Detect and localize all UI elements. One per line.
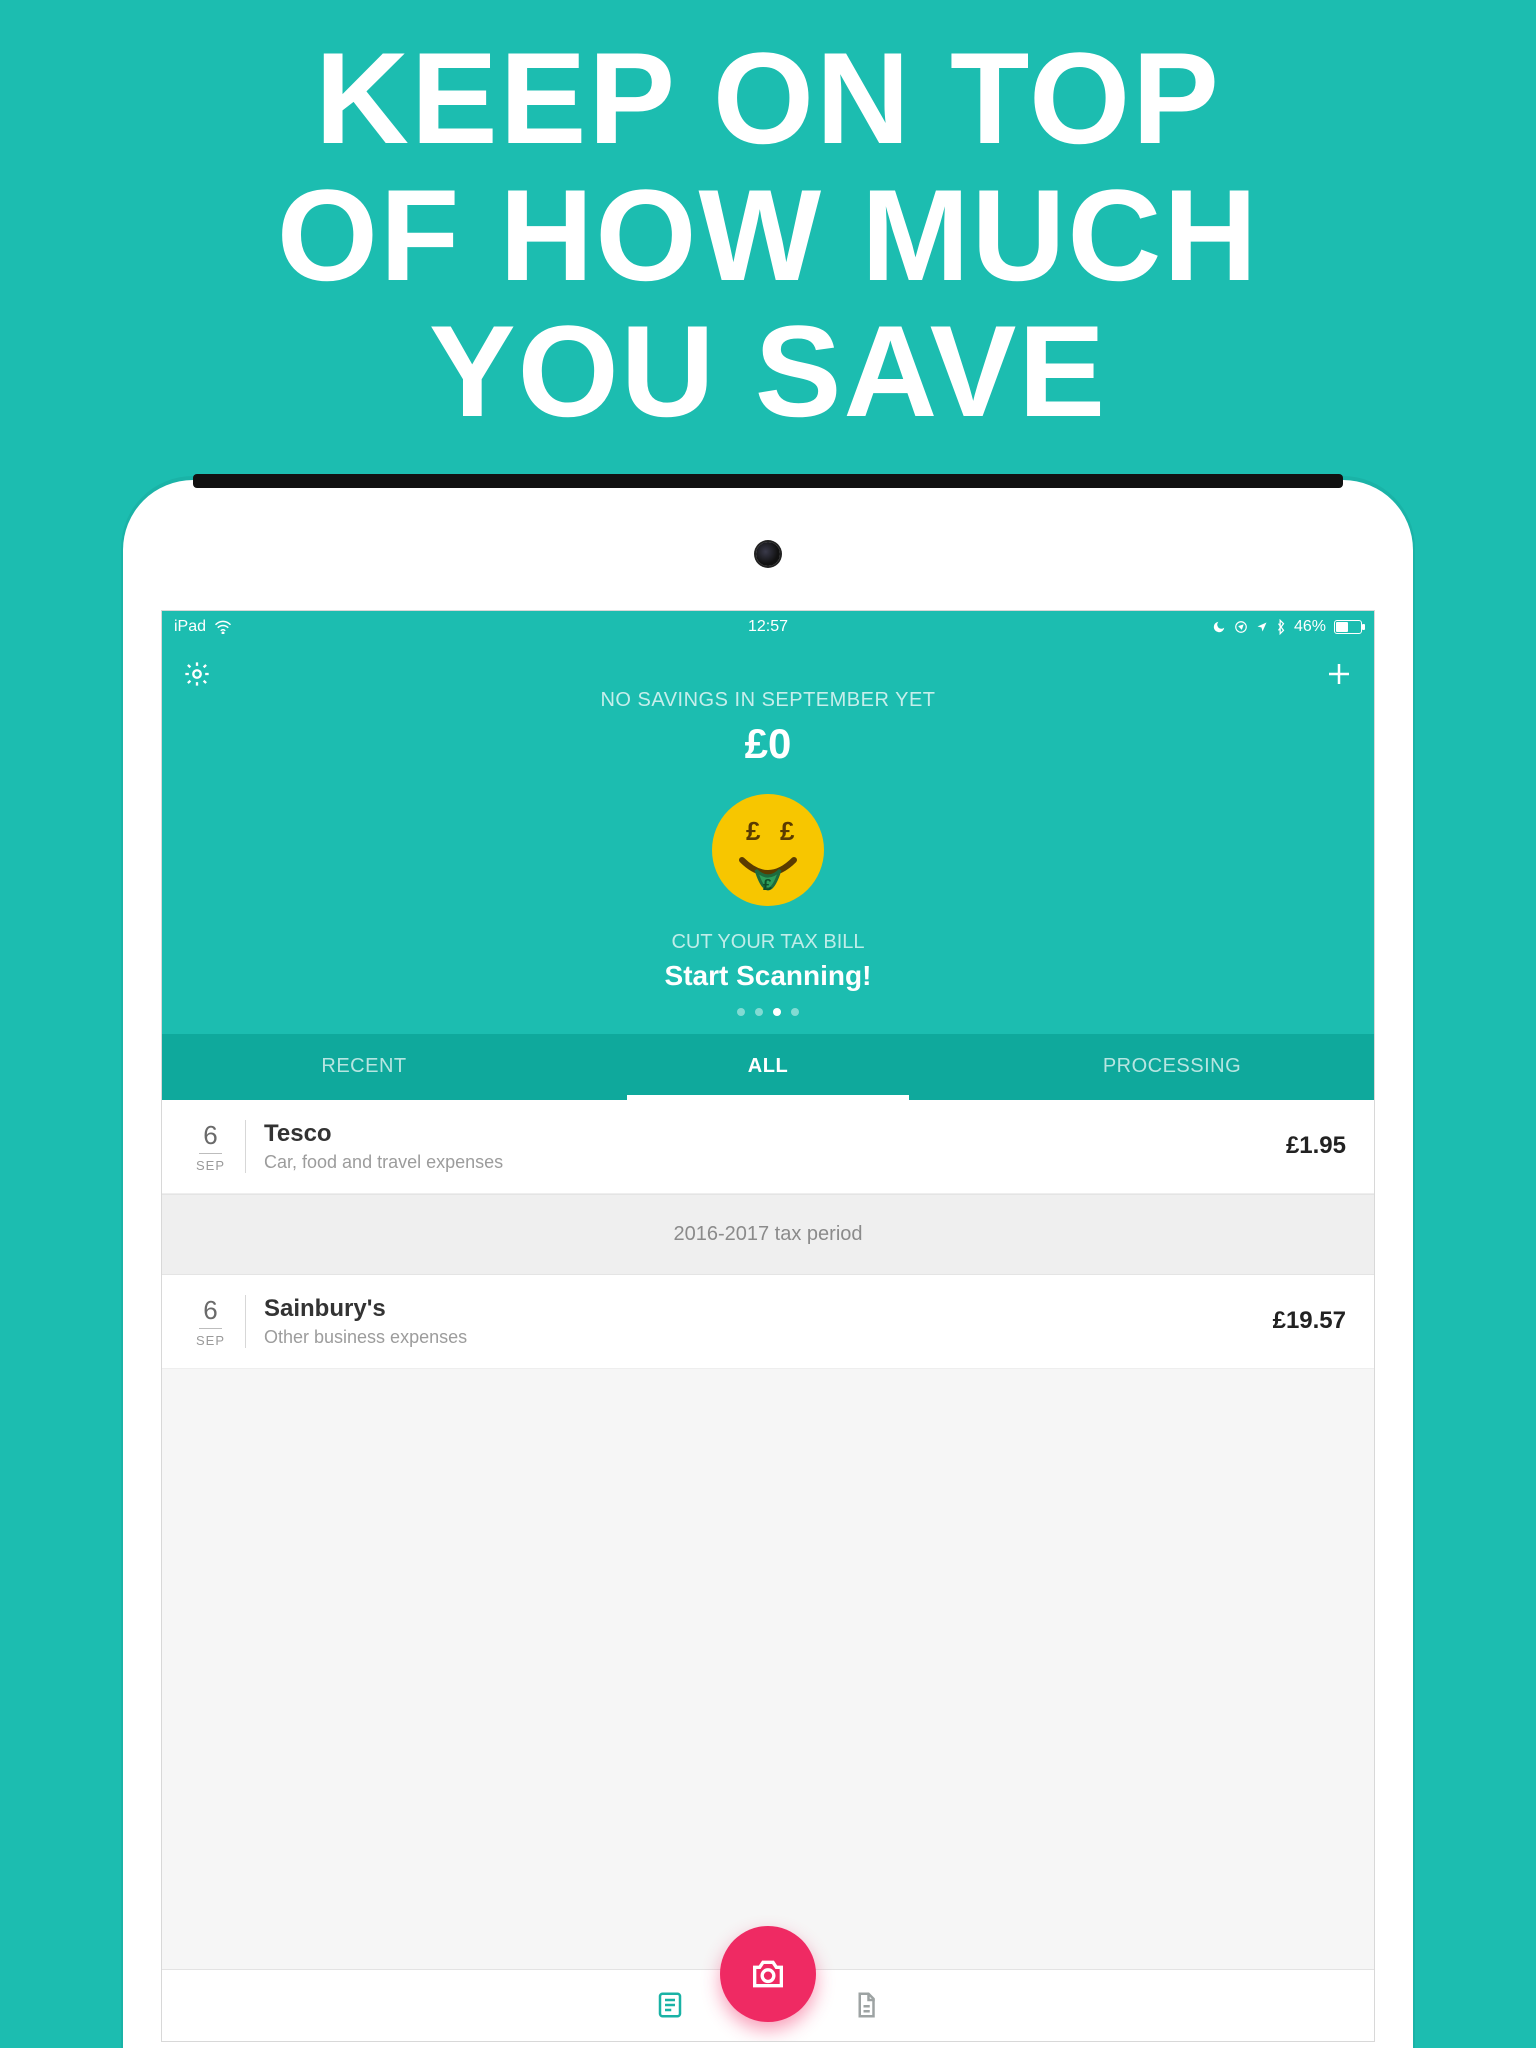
row-title: Sainbury's xyxy=(264,1295,1273,1323)
tablet-camera xyxy=(756,542,780,566)
row-amount: £19.57 xyxy=(1273,1307,1346,1335)
savings-amount: £0 xyxy=(745,720,792,768)
status-bar: iPad 12:57 xyxy=(162,611,1374,643)
hero-line-3: YOU SAVE xyxy=(40,303,1496,440)
tab-recent[interactable]: RECENT xyxy=(162,1034,566,1100)
svg-text:£: £ xyxy=(746,816,761,846)
app-screen: iPad 12:57 xyxy=(161,610,1375,2042)
row-subtitle: Car, food and travel expenses xyxy=(264,1152,1286,1173)
hero-line-1: KEEP ON TOP xyxy=(40,30,1496,167)
hero-line-2: OF HOW MUCH xyxy=(40,167,1496,304)
filter-tabs: RECENTALLPROCESSING xyxy=(162,1034,1374,1100)
svg-text:£: £ xyxy=(780,816,795,846)
location-icon xyxy=(1256,620,1268,634)
row-main: Sainbury's Other business expenses xyxy=(264,1295,1273,1348)
documents-tab-button[interactable] xyxy=(848,1987,884,2023)
row-day: 6 xyxy=(199,1295,221,1329)
row-date: 6 SEP xyxy=(190,1295,246,1348)
bluetooth-icon xyxy=(1276,619,1286,635)
carousel-dot[interactable] xyxy=(737,1008,745,1016)
settings-button[interactable] xyxy=(180,657,214,691)
status-right: 46% xyxy=(1212,618,1362,636)
money-emoji: £ £ £ xyxy=(708,790,828,915)
row-day: 6 xyxy=(199,1120,221,1154)
row-subtitle: Other business expenses xyxy=(264,1327,1273,1348)
svg-text:£: £ xyxy=(763,877,772,894)
carousel-dot[interactable] xyxy=(773,1008,781,1016)
expense-row[interactable]: 6 SEP Tesco Car, food and travel expenses£1… xyxy=(162,1100,1374,1194)
wifi-icon xyxy=(214,620,232,634)
carousel-dot[interactable] xyxy=(791,1008,799,1016)
status-time: 12:57 xyxy=(748,618,788,636)
row-month: SEP xyxy=(190,1333,231,1348)
carousel-dots[interactable] xyxy=(737,1008,799,1016)
row-amount: £1.95 xyxy=(1286,1132,1346,1160)
hero-headline: KEEP ON TOP OF HOW MUCH YOU SAVE xyxy=(0,0,1536,480)
battery-icon xyxy=(1334,620,1362,634)
camera-icon xyxy=(748,1954,788,1994)
tab-all[interactable]: ALL xyxy=(566,1034,970,1100)
dnd-moon-icon xyxy=(1212,620,1226,634)
tablet-top-edge xyxy=(193,474,1343,488)
bottom-bar xyxy=(162,1969,1374,2041)
gear-icon xyxy=(183,660,211,688)
app-header: NO SAVINGS IN SEPTEMBER YET £0 £ £ £ CUT… xyxy=(162,643,1374,1034)
list-icon xyxy=(655,1990,685,2020)
document-icon xyxy=(851,1990,881,2020)
scan-fab-button[interactable] xyxy=(720,1926,816,2022)
status-left: iPad xyxy=(174,618,232,636)
savings-label: NO SAVINGS IN SEPTEMBER YET xyxy=(600,689,935,712)
slogan-main: Start Scanning! xyxy=(665,960,872,992)
tablet-frame: iPad 12:57 xyxy=(123,480,1413,2048)
battery-percent: 46% xyxy=(1294,618,1326,636)
expense-list[interactable]: 6SEPTescoCar, food and travel expenses£1… xyxy=(162,1100,1374,1969)
expense-row[interactable]: 6 SEP Sainbury's Other business expenses£19… xyxy=(162,1275,1374,1369)
row-date: 6 SEP xyxy=(190,1120,246,1173)
row-main: Tesco Car, food and travel expenses xyxy=(264,1120,1286,1173)
row-title: Tesco xyxy=(264,1120,1286,1148)
tab-processing[interactable]: PROCESSING xyxy=(970,1034,1374,1100)
money-face-icon: £ £ £ xyxy=(708,790,828,910)
period-separator: 2016-2017 tax period xyxy=(162,1194,1374,1275)
row-month: SEP xyxy=(190,1158,231,1173)
add-button[interactable] xyxy=(1322,657,1356,691)
slogan-sub: CUT YOUR TAX BILL xyxy=(671,931,864,954)
receipts-tab-button[interactable] xyxy=(652,1987,688,2023)
plus-icon xyxy=(1324,659,1354,689)
carrier-label: iPad xyxy=(174,618,206,636)
compass-icon xyxy=(1234,620,1248,634)
carousel-dot[interactable] xyxy=(755,1008,763,1016)
